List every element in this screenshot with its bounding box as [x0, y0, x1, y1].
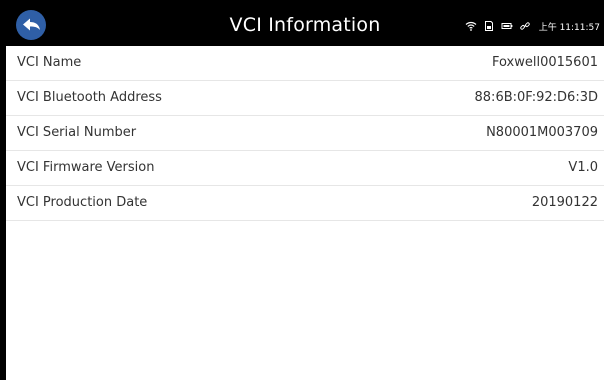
header-bar: VCI Information 上午 11:11:57 — [6, 6, 604, 46]
vci-name-row: VCI Name Foxwell0015601 — [6, 46, 604, 81]
screen: VCI Information 上午 11:11:57 VCI Name Fox… — [6, 6, 604, 380]
vci-firmware-version-row: VCI Firmware Version V1.0 — [6, 151, 604, 186]
vci-name-value: Foxwell0015601 — [491, 55, 598, 70]
vci-name-label: VCI Name — [17, 55, 82, 70]
vci-firmware-version-label: VCI Firmware Version — [17, 160, 155, 175]
vci-production-date-value: 20190122 — [531, 195, 598, 210]
vci-firmware-version-value: V1.0 — [568, 160, 598, 175]
link-icon — [519, 20, 531, 32]
wifi-icon — [465, 20, 477, 32]
vci-info-list: VCI Name Foxwell0015601 VCI Bluetooth Ad… — [6, 46, 604, 221]
battery-icon — [501, 20, 513, 32]
vci-serial-number-row: VCI Serial Number N80001M003709 — [6, 116, 604, 151]
status-bar: 上午 11:11:57 — [465, 6, 600, 46]
vci-serial-number-value: N80001M003709 — [486, 125, 598, 140]
vci-production-date-row: VCI Production Date 20190122 — [6, 186, 604, 221]
sd-card-icon — [483, 20, 495, 32]
status-time: 上午 11:11:57 — [538, 22, 600, 33]
vci-bluetooth-address-value: 88:6B:0F:92:D6:3D — [474, 90, 598, 105]
vci-bluetooth-address-row: VCI Bluetooth Address 88:6B:0F:92:D6:3D — [6, 81, 604, 116]
vci-serial-number-label: VCI Serial Number — [17, 125, 137, 140]
vci-production-date-label: VCI Production Date — [17, 195, 148, 210]
vci-bluetooth-address-label: VCI Bluetooth Address — [17, 90, 162, 105]
